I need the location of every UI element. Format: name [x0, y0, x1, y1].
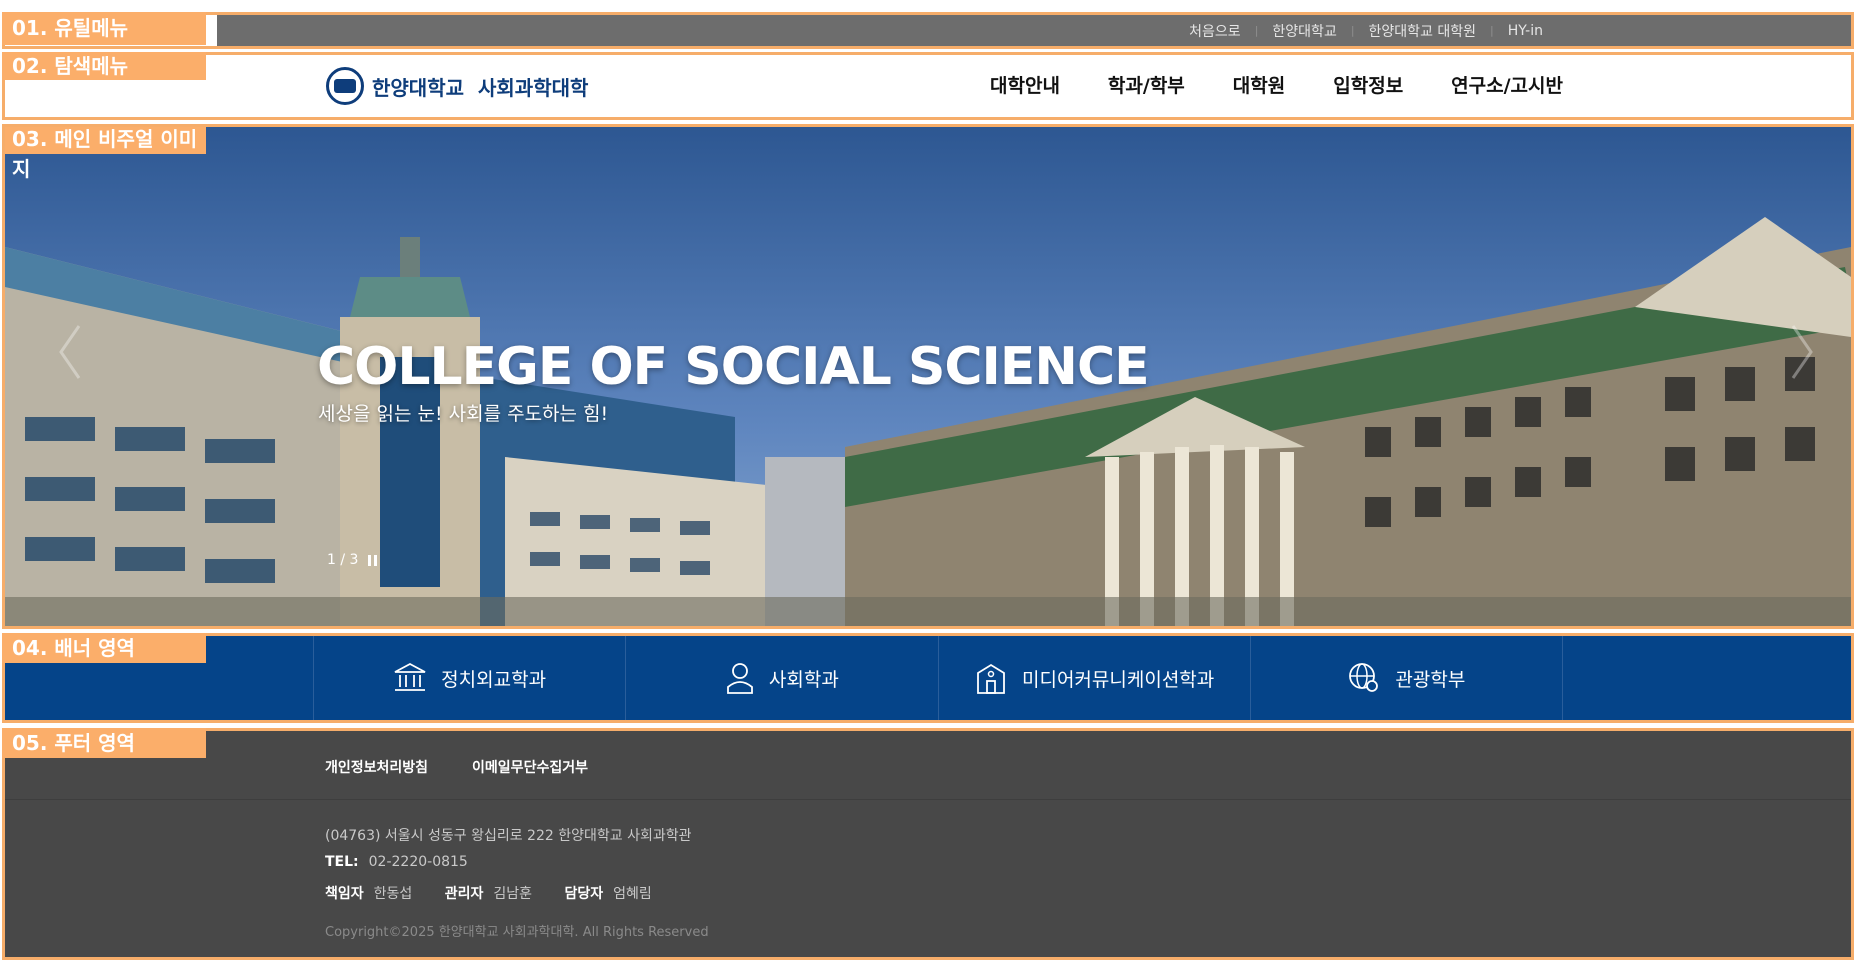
nav-item-admission[interactable]: 입학정보	[1333, 67, 1403, 105]
footer-staff: 책임자 한동섭 관리자 김남훈 담당자 엄혜림	[325, 883, 652, 903]
annotation-label-banner: 04. 배너 영역	[2, 633, 206, 663]
slide-pager: 1 / 3	[327, 552, 380, 568]
tel-label: TEL:	[325, 854, 359, 870]
separator: |	[1254, 24, 1259, 37]
footer-section: 05. 푸터 영역 개인정보처리방침 이메일무단수집거부 (04763) 서울시…	[2, 728, 1854, 960]
main-visual-section: 03. 메인 비주얼 이미지 COLLEGE OF SOCIAL SCIENCE…	[2, 124, 1854, 629]
privacy-policy-link[interactable]: 개인정보처리방침	[325, 757, 428, 777]
util-hyin-link[interactable]: HY-in	[1508, 23, 1543, 39]
banner-section: 04. 배너 영역 정치외교학과 사회학과 미디어커뮤니케이션학과 관광학부	[2, 633, 1854, 723]
banner-sociology[interactable]: 사회학과	[625, 636, 937, 720]
site-logo[interactable]: 한양대학교 사회과학대학	[326, 67, 588, 105]
next-slide-arrow-icon[interactable]	[1789, 322, 1815, 382]
building-columns-icon	[394, 662, 426, 691]
navigation-section: 02. 탐색메뉴 한양대학교 사회과학대학 대학안내 학과/학부 대학원 입학정…	[2, 52, 1854, 120]
util-graduate-link[interactable]: 한양대학교 대학원	[1369, 21, 1477, 41]
logo-college: 사회과학대학	[478, 75, 589, 100]
separator: |	[1350, 24, 1355, 37]
utility-menu-section: 처음으로 | 한양대학교 | 한양대학교 대학원 | HY-in 01. 유틸메…	[2, 12, 1854, 49]
separator: |	[1490, 24, 1494, 37]
banner-tourism[interactable]: 관광학부	[1249, 636, 1563, 720]
nav-item-institutes[interactable]: 연구소/고시반	[1451, 67, 1563, 105]
nav-item-graduate[interactable]: 대학원	[1233, 67, 1285, 105]
banner-media-communication[interactable]: 미디어커뮤니케이션학과	[937, 636, 1250, 720]
global-nav: 대학안내 학과/학부 대학원 입학정보 연구소/고시반	[990, 67, 1611, 105]
staff-role: 담당자	[564, 886, 604, 902]
staff-role: 관리자	[444, 886, 484, 902]
slide-counter: 1 / 3	[327, 552, 359, 568]
media-building-icon	[977, 663, 1005, 694]
banner-political-science[interactable]: 정치외교학과	[313, 636, 625, 720]
pause-icon[interactable]	[368, 554, 380, 566]
staff-name: 엄혜림	[613, 886, 652, 902]
nav-item-about[interactable]: 대학안내	[990, 67, 1060, 105]
util-home-link[interactable]: 처음으로	[1189, 21, 1241, 41]
staff-role: 책임자	[325, 886, 364, 902]
footer-divider	[5, 799, 1851, 800]
visual-subtitle: 세상을 읽는 눈! 사회를 주도하는 힘!	[318, 403, 609, 425]
department-banners: 정치외교학과 사회학과 미디어커뮤니케이션학과 관광학부	[313, 636, 1563, 720]
prev-slide-arrow-icon[interactable]	[57, 322, 83, 382]
hanyang-emblem-icon	[326, 67, 364, 105]
banner-label: 관광학부	[1395, 668, 1466, 691]
globe-pin-icon	[1349, 663, 1379, 692]
email-refusal-link[interactable]: 이메일무단수집거부	[472, 757, 588, 777]
annotation-label-utility: 01. 유틸메뉴	[2, 12, 206, 45]
nav-item-departments[interactable]: 학과/학부	[1108, 67, 1185, 105]
util-hanyang-link[interactable]: 한양대학교	[1272, 21, 1336, 41]
staff-name: 한동섭	[373, 886, 413, 902]
utility-bar: 처음으로 | 한양대학교 | 한양대학교 대학원 | HY-in	[217, 15, 1851, 46]
person-icon	[727, 663, 753, 694]
utility-links: 처음으로 | 한양대학교 | 한양대학교 대학원 | HY-in	[1189, 15, 1543, 46]
banner-label: 정치외교학과	[441, 668, 547, 691]
annotation-label-navigation: 02. 탐색메뉴	[2, 52, 206, 80]
footer-links: 개인정보처리방침 이메일무단수집거부	[325, 757, 632, 777]
annotation-label-footer: 05. 푸터 영역	[2, 728, 206, 758]
tel-number: 02-2220-0815	[368, 854, 468, 870]
banner-label: 미디어커뮤니케이션학과	[1021, 668, 1215, 691]
annotation-label-visual: 03. 메인 비주얼 이미지	[5, 127, 206, 181]
staff-name: 김남훈	[493, 886, 533, 902]
footer-tel: TEL: 02-2220-0815	[325, 854, 468, 870]
visual-title: COLLEGE OF SOCIAL SCIENCE	[317, 337, 1150, 397]
banner-label: 사회학과	[768, 668, 839, 691]
copyright: Copyright©2025 한양대학교 사회과학대학. All Rights …	[325, 925, 709, 940]
footer-address: (04763) 서울시 성동구 왕십리로 222 한양대학교 사회과학관	[325, 828, 692, 844]
logo-university: 한양대학교	[372, 75, 464, 100]
